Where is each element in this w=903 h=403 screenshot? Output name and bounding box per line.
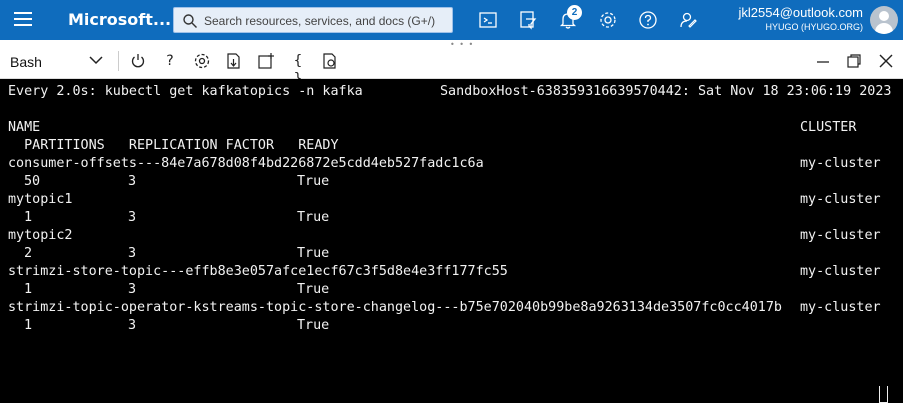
settings-icon[interactable] (598, 10, 618, 30)
cloud-shell-icon[interactable] (478, 10, 498, 30)
account-info[interactable]: jkl2554@outlook.com HYUGO (HYUGO.ORG) (739, 5, 863, 32)
portal-header: Microsoft... Search resources, services,… (0, 0, 903, 40)
minimize-icon[interactable] (815, 53, 831, 69)
topic-replication: 3 (128, 210, 137, 225)
topic-partitions: 1 (24, 318, 33, 333)
topic-name: consumer-offsets---84e7a678d08f4bd226872… (8, 156, 484, 171)
chevron-down-icon[interactable] (89, 55, 103, 65)
help-icon[interactable] (638, 10, 658, 30)
terminal-cursor (879, 386, 888, 403)
close-icon[interactable] (878, 53, 894, 69)
account-directory: HYUGO (HYUGO.ORG) (765, 22, 863, 32)
account-email: jkl2554@outlook.com (738, 5, 863, 20)
topic-name: mytopic2 (8, 228, 73, 243)
topic-replication: 3 (128, 246, 137, 261)
topic-partitions: 1 (24, 282, 33, 297)
cloud-shell-toolbar: • • • Bash ? { } (0, 40, 903, 87)
topic-ready: True (297, 246, 330, 261)
watch-host-time: SandboxHost-638359316639570442: Sat Nov … (440, 84, 892, 99)
topic-name: mytopic1 (8, 192, 73, 207)
new-session-icon[interactable] (257, 52, 275, 70)
toolbar-divider (118, 51, 119, 71)
col-subheader: PARTITIONS REPLICATION FACTOR READY (8, 138, 339, 153)
maximize-icon[interactable] (846, 53, 862, 69)
topic-name: strimzi-topic-operator-kstreams-topic-st… (8, 300, 782, 315)
power-icon[interactable] (129, 52, 147, 70)
topic-ready: True (297, 174, 330, 189)
editor-icon[interactable]: { } (289, 52, 307, 87)
resize-grip[interactable]: • • • (450, 40, 474, 49)
topic-cluster: my-cluster (800, 228, 881, 243)
web-preview-icon[interactable] (321, 52, 339, 70)
topic-replication: 3 (128, 318, 137, 333)
notifications-badge: 2 (567, 5, 582, 20)
settings-icon[interactable] (193, 52, 211, 70)
topic-ready: True (297, 318, 330, 333)
topic-cluster: my-cluster (800, 192, 881, 207)
topic-replication: 3 (128, 174, 137, 189)
topic-cluster: my-cluster (800, 156, 881, 171)
shell-type-select[interactable]: Bash (10, 54, 42, 70)
col-cluster: CLUSTER (800, 120, 857, 135)
topic-replication: 3 (128, 282, 137, 297)
terminal[interactable]: Every 2.0s: kubectl get kafkatopics -n k… (0, 79, 903, 403)
topic-partitions: 1 (24, 210, 33, 225)
avatar[interactable] (870, 6, 898, 34)
search-box[interactable]: Search resources, services, and docs (G+… (173, 7, 453, 33)
topic-partitions: 2 (24, 246, 33, 261)
portal-brand[interactable]: Microsoft... (68, 10, 171, 29)
topic-ready: True (297, 282, 330, 297)
search-placeholder[interactable]: Search resources, services, and docs (G+… (204, 14, 435, 28)
help-icon[interactable]: ? (161, 52, 179, 70)
col-name: NAME (8, 120, 41, 135)
topic-ready: True (297, 210, 330, 225)
directory-filter-icon[interactable] (518, 10, 538, 30)
topic-name: strimzi-store-topic---effb8e3e057afce1ec… (8, 264, 508, 279)
topic-cluster: my-cluster (800, 264, 881, 279)
topic-cluster: my-cluster (800, 300, 881, 315)
menu-icon[interactable] (14, 12, 32, 28)
feedback-icon[interactable] (678, 10, 698, 30)
search-icon (183, 14, 197, 28)
upload-download-icon[interactable] (225, 52, 243, 70)
watch-command: Every 2.0s: kubectl get kafkatopics -n k… (8, 84, 363, 99)
topic-partitions: 50 (24, 174, 41, 189)
